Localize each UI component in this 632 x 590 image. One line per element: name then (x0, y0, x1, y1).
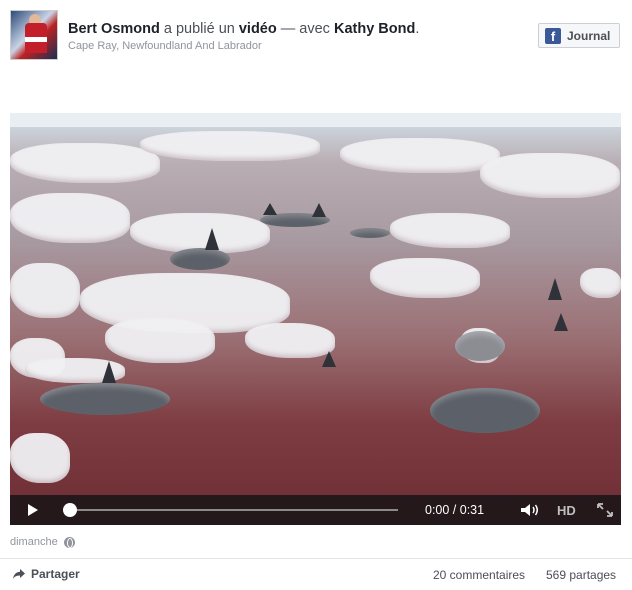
author-name-link[interactable]: Bert Osmond (68, 21, 160, 37)
time-display: 0:00 / 0:31 (425, 503, 485, 517)
dolphin-fin (205, 228, 219, 250)
dolphin-fin (548, 278, 562, 300)
ice-floe (105, 318, 215, 363)
avatar-jersey-stripe (25, 37, 47, 42)
action-text: a publié un (163, 21, 235, 37)
video-horizon (10, 113, 621, 127)
progress-bar[interactable] (68, 509, 398, 511)
ice-floe (10, 193, 130, 243)
dolphin-fin (312, 203, 326, 217)
dolphin (40, 383, 170, 415)
journal-label: Journal (567, 28, 611, 43)
ice-floe (10, 263, 80, 318)
dolphin-fin (263, 203, 277, 215)
object-link[interactable]: vidéo (239, 21, 277, 37)
dolphin-fin (554, 313, 568, 331)
dolphin (170, 248, 230, 270)
ice-floe (580, 268, 621, 298)
video-player[interactable]: 0:00 / 0:31 HD (10, 113, 621, 525)
ice-floe (340, 138, 500, 173)
dolphin-fin (102, 361, 116, 383)
post-header: Bert Osmond a publié un vidéo — avec Kat… (68, 21, 419, 37)
footer-divider (0, 558, 632, 559)
author-avatar[interactable] (10, 10, 58, 60)
ice-floe (390, 213, 510, 248)
ice-floe (10, 143, 160, 183)
tagged-person-link[interactable]: Kathy Bond (334, 21, 415, 37)
video-controls: 0:00 / 0:31 HD (10, 495, 621, 525)
dolphin (350, 228, 390, 238)
ice-floe (140, 131, 320, 161)
location-link[interactable]: Cape Ray, Newfoundland And Labrador (68, 40, 262, 52)
ice-floe (130, 213, 270, 253)
dolphin-fin (322, 351, 336, 367)
facebook-post: Bert Osmond a publié un vidéo — avec Kat… (0, 0, 632, 590)
volume-icon[interactable] (520, 503, 540, 517)
share-label: Partager (31, 567, 80, 581)
share-button[interactable]: Partager (12, 567, 80, 581)
hd-button[interactable]: HD (557, 503, 576, 518)
shares-count-link[interactable]: 569 partages (546, 568, 616, 582)
fullscreen-icon[interactable] (597, 503, 613, 517)
timestamp-label: dimanche (10, 536, 58, 548)
dolphin (430, 388, 540, 433)
post-timestamp[interactable]: dimanche (10, 536, 75, 548)
ice-floe (370, 258, 480, 298)
with-text: — avec (280, 21, 330, 37)
ice-floe (10, 433, 70, 483)
play-icon[interactable] (28, 504, 38, 516)
globe-icon (63, 536, 75, 548)
header-end: . (415, 21, 420, 37)
dolphin (455, 331, 505, 361)
journal-button[interactable]: f Journal (538, 23, 620, 48)
ice-floe (480, 153, 620, 198)
comments-count-link[interactable]: 20 commentaires (433, 568, 525, 582)
share-arrow-icon (13, 569, 25, 579)
progress-knob[interactable] (63, 503, 77, 517)
facebook-icon: f (545, 27, 561, 44)
